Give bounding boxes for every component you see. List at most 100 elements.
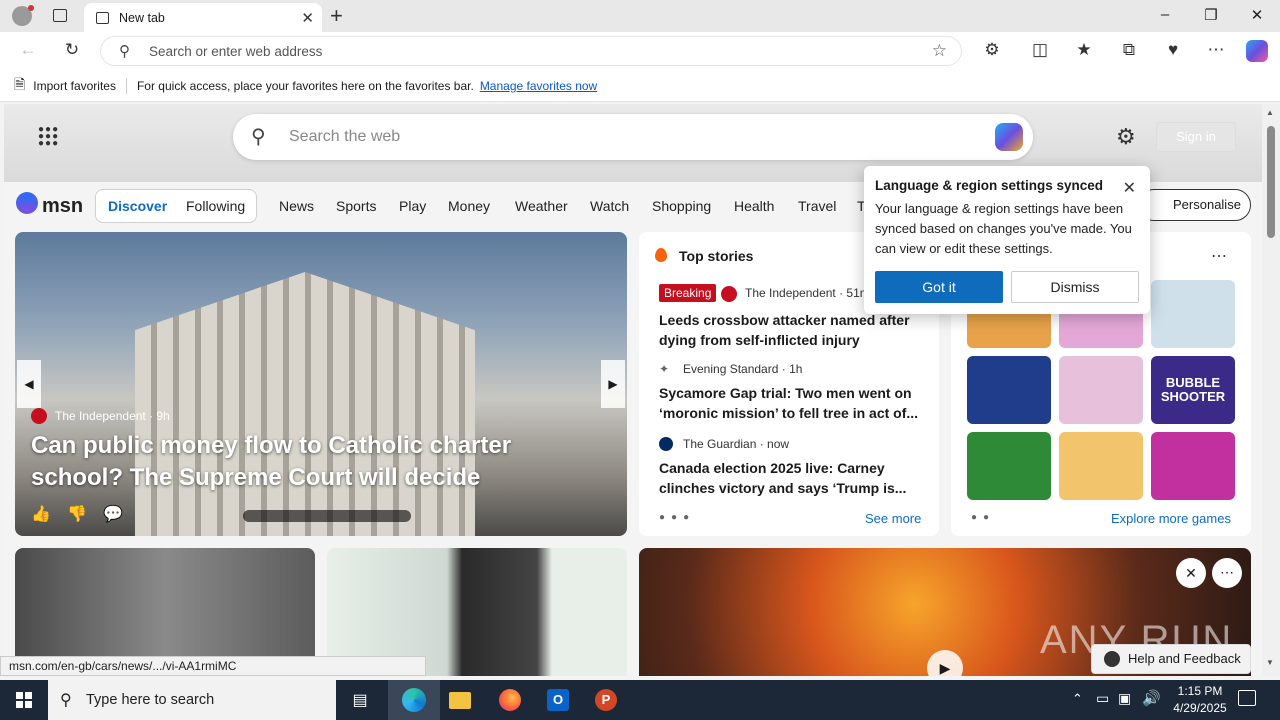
tray-device-icon[interactable]: ▭: [1096, 690, 1109, 707]
favorites-icon[interactable]: ★: [1072, 40, 1096, 60]
split-screen-icon[interactable]: ◫: [1028, 40, 1052, 60]
extensions-icon[interactable]: ⚙: [980, 40, 1004, 60]
nav-play[interactable]: Play: [399, 198, 426, 214]
copilot-icon[interactable]: [1246, 40, 1268, 62]
scroll-down-icon[interactable]: ▼: [1266, 658, 1274, 667]
nav-sports[interactable]: Sports: [336, 198, 376, 214]
taskbar: ⚲ Type here to search ▤ O P ⌃ ▭ ▣ 🔊 1:15…: [0, 680, 1280, 720]
game-tile[interactable]: [1151, 280, 1235, 348]
explore-more-games-link[interactable]: Explore more games: [1111, 511, 1231, 526]
scroll-up-icon[interactable]: ▲: [1266, 108, 1274, 117]
favorite-star-icon[interactable]: ☆: [932, 41, 947, 61]
sign-in-button[interactable]: Sign in: [1156, 122, 1236, 152]
carousel-indicator[interactable]: [243, 510, 411, 522]
import-favorites-icon[interactable]: 🗎: [14, 74, 25, 98]
volume-icon[interactable]: 🔊: [1142, 689, 1161, 707]
close-tab-icon[interactable]: ✕: [301, 9, 314, 27]
network-icon[interactable]: ▣: [1118, 690, 1131, 707]
address-bar[interactable]: ⚲ Search or enter web address ☆: [100, 36, 962, 66]
msn-logo-icon: [16, 192, 38, 214]
page-scrollbar[interactable]: ▲ ▼: [1262, 104, 1280, 676]
profile-alert-dot: [28, 5, 34, 11]
dismiss-button[interactable]: Dismiss: [1011, 271, 1139, 303]
tab-actions-icon[interactable]: [53, 9, 67, 22]
dislike-icon[interactable]: 👎: [67, 504, 87, 524]
new-tab-favicon-icon: [96, 11, 109, 24]
independent-logo-icon: [721, 286, 737, 302]
minimize-button[interactable]: –: [1150, 6, 1180, 23]
edge-taskbar-icon[interactable]: [388, 680, 440, 720]
outlook-icon[interactable]: O: [538, 686, 578, 714]
play-video-icon[interactable]: ▶: [927, 650, 963, 676]
hero-card[interactable]: ◀ ▶ The Independent · 9h Can public mone…: [15, 232, 627, 536]
tab-discover[interactable]: Discover: [108, 198, 167, 214]
close-window-button[interactable]: ✕: [1242, 6, 1272, 24]
nav-money[interactable]: Money: [448, 198, 490, 214]
back-button[interactable]: ←: [16, 40, 40, 60]
tab-new-tab[interactable]: New tab ✕: [84, 3, 322, 32]
performance-icon[interactable]: ♥: [1161, 40, 1185, 60]
nav-weather[interactable]: Weather: [515, 198, 568, 214]
windows-start-icon[interactable]: [4, 686, 44, 714]
collections-icon[interactable]: ⧉: [1117, 40, 1141, 60]
notifications-icon[interactable]: [1238, 690, 1256, 706]
address-placeholder: Search or enter web address: [149, 43, 323, 59]
game-tile[interactable]: [967, 432, 1051, 500]
import-favorites-button[interactable]: Import favorites: [33, 79, 116, 93]
apps-grid-icon[interactable]: ●●● ●●● ●●●: [38, 125, 58, 149]
game-tile[interactable]: [967, 356, 1051, 424]
restore-button[interactable]: ❐: [1196, 6, 1226, 24]
nav-watch[interactable]: Watch: [590, 198, 629, 214]
games-page-dots[interactable]: ●●: [971, 512, 995, 523]
see-more-link[interactable]: See more: [865, 511, 921, 526]
game-tile[interactable]: [1059, 356, 1143, 424]
game-tile[interactable]: [1059, 432, 1143, 500]
page-dots[interactable]: ●●●: [659, 512, 695, 523]
taskbar-search[interactable]: ⚲ Type here to search: [48, 680, 336, 720]
msn-logo[interactable]: msn: [42, 195, 83, 218]
firefox-icon[interactable]: [490, 686, 530, 714]
clock[interactable]: 1:15 PM 4/29/2025: [1168, 683, 1232, 717]
refresh-button[interactable]: ↻: [60, 40, 84, 60]
story-headline[interactable]: Sycamore Gap trial: Two men went on ‘mor…: [659, 383, 921, 423]
game-tile-bubble-shooter[interactable]: BUBBLE SHOOTER: [1151, 356, 1235, 424]
settings-gear-icon[interactable]: ⚙: [1116, 124, 1136, 150]
edge-logo-icon: [402, 688, 426, 712]
games-more-icon[interactable]: ⋯: [1211, 246, 1227, 266]
scroll-thumb[interactable]: [1267, 126, 1275, 238]
manage-favorites-link[interactable]: Manage favorites now: [480, 79, 597, 93]
hero-source-name: The Independent: [55, 409, 146, 423]
personalise-button[interactable]: Personalise: [1138, 189, 1251, 221]
new-tab-button[interactable]: +: [330, 3, 343, 29]
more-menu-icon[interactable]: ⋯: [1204, 40, 1228, 60]
nav-travel[interactable]: Travel: [798, 198, 836, 214]
hero-headline[interactable]: Can public money flow to Catholic charte…: [31, 430, 601, 494]
copilot-search-icon[interactable]: [995, 123, 1023, 151]
comment-icon[interactable]: 💬: [103, 504, 123, 524]
nav-news[interactable]: News: [279, 198, 314, 214]
task-view-icon[interactable]: ▤: [340, 686, 380, 714]
status-url: msn.com/en-gb/cars/news/.../vi-AA1rmiMC: [0, 656, 426, 676]
nav-shopping[interactable]: Shopping: [652, 198, 711, 214]
like-icon[interactable]: 👍: [31, 504, 51, 524]
game-tile[interactable]: [1151, 432, 1235, 500]
help-feedback-button[interactable]: Help and Feedback: [1091, 644, 1251, 674]
card-more-icon[interactable]: ⋯: [1212, 558, 1242, 588]
popup-close-icon[interactable]: ✕: [1123, 178, 1136, 198]
nav-health[interactable]: Health: [734, 198, 774, 214]
hero-prev-button[interactable]: ◀: [17, 360, 41, 408]
got-it-button[interactable]: Got it: [875, 271, 1003, 303]
file-explorer-icon[interactable]: [440, 686, 480, 714]
web-search-box[interactable]: ⚲ Search the web: [233, 114, 1033, 160]
close-card-icon[interactable]: ✕: [1176, 558, 1206, 588]
popup-title: Language & region settings synced: [875, 178, 1104, 193]
tray-chevron-icon[interactable]: ⌃: [1072, 691, 1083, 707]
hero-next-button[interactable]: ▶: [601, 360, 625, 408]
story-headline[interactable]: Leeds crossbow attacker named after dyin…: [659, 310, 921, 350]
favorites-divider: [125, 77, 127, 94]
tab-following[interactable]: Following: [186, 198, 245, 214]
top-stories-title[interactable]: Top stories: [679, 248, 753, 264]
story-headline[interactable]: Canada election 2025 live: Carney clinch…: [659, 458, 921, 498]
powerpoint-icon[interactable]: P: [586, 686, 626, 714]
guardian-logo-icon: [659, 437, 673, 451]
